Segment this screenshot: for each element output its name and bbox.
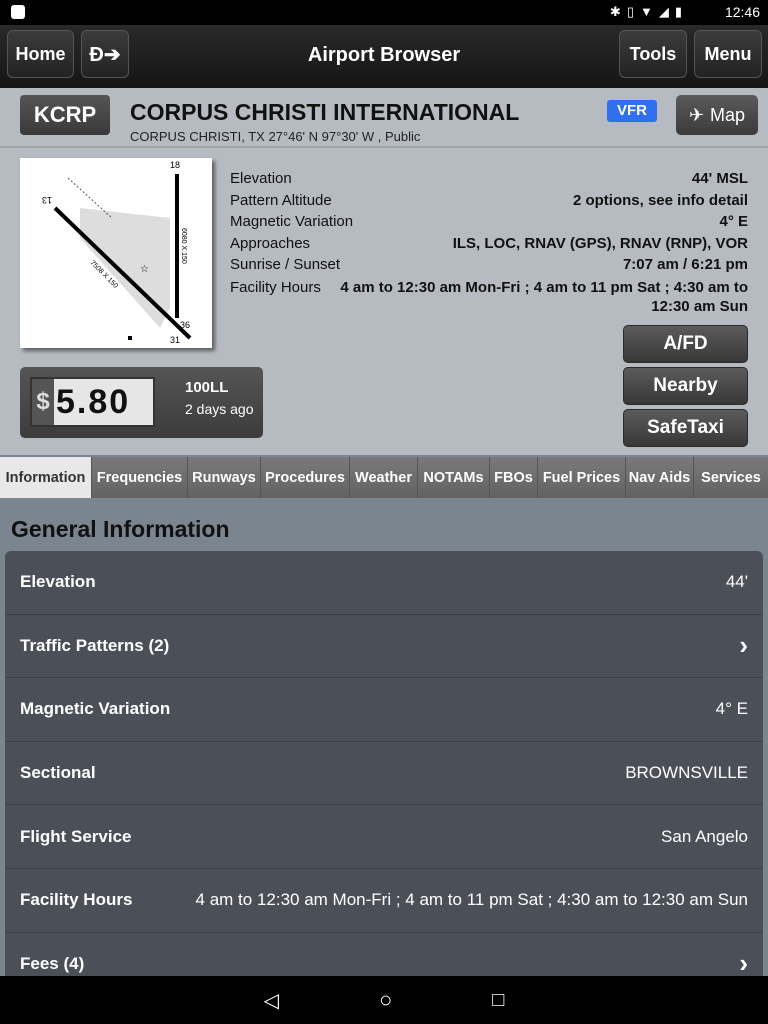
rwy-13-label: 13: [42, 195, 52, 205]
recents-icon[interactable]: □: [492, 989, 504, 1012]
chevron-right-icon: ›: [739, 948, 748, 979]
info-row-facility-hours: Facility Hours 4 am to 12:30 am Mon-Fri ;…: [5, 869, 763, 933]
fact-row: Approaches ILS, LOC, RNAV (GPS), RNAV (RN…: [230, 235, 748, 257]
clock: 12:46: [724, 4, 760, 20]
fact-row: Facility Hours 4 am to 12:30 am Mon-Fri ;…: [230, 278, 748, 316]
divider: [0, 146, 768, 148]
tab-nav-aids[interactable]: Nav Aids: [626, 457, 694, 498]
tab-notams[interactable]: NOTAMs: [418, 457, 490, 498]
nearby-button[interactable]: Nearby: [623, 367, 748, 405]
airport-summary: KCRP CORPUS CHRISTI INTERNATIONAL CORPUS…: [0, 88, 768, 455]
section-title: General Information: [11, 516, 230, 542]
row-label: Magnetic Variation: [20, 699, 171, 719]
fuel-type: 100LL: [185, 379, 229, 396]
top-bar: Home Ð➔ Airport Browser Tools Menu: [0, 25, 768, 88]
info-row-flight-service: Flight Service San Angelo: [5, 805, 763, 869]
fact-label: Sunrise / Sunset: [230, 256, 341, 273]
airport-diagram[interactable]: 13 31 18 36 7508 X 150 6080 X 150 ☆: [20, 158, 212, 348]
tab-fuel-prices[interactable]: Fuel Prices: [538, 457, 626, 498]
fact-label: Pattern Altitude: [230, 191, 332, 209]
airport-name: CORPUS CHRISTI INTERNATIONAL: [130, 99, 520, 125]
fact-value: 2 options, see info detail: [572, 191, 748, 209]
row-label: Fees (4): [20, 953, 85, 973]
row-value: San Angelo: [661, 826, 748, 846]
airport-diagram-svg: 13 31 18 36 7508 X 150 6080 X 150 ☆: [42, 160, 192, 345]
info-row-fees[interactable]: Fees (4) ›: [5, 933, 763, 981]
fact-label: Facility Hours: [230, 278, 321, 296]
fact-value: 44' MSL: [691, 170, 748, 187]
rwy-18-36-length: 6080 X 150: [180, 228, 187, 264]
home-circle-icon[interactable]: ○: [379, 987, 392, 1013]
fact-value: 4° E: [719, 213, 748, 230]
info-row-magnetic-variation: Magnetic Variation 4° E: [5, 678, 763, 742]
tab-fbos[interactable]: FBOs: [490, 457, 538, 498]
status-bar: ✱▯▼◢▮ 12:46: [0, 0, 768, 25]
fact-value: 4 am to 12:30 am Mon-Fri ; 4 am to 11 pm…: [340, 278, 748, 315]
fact-value: ILS, LOC, RNAV (GPS), RNAV (RNP), VOR: [452, 234, 748, 252]
row-label: Sectional: [20, 763, 96, 783]
chevron-right-icon: ›: [739, 630, 748, 661]
rwy-36-label: 36: [180, 320, 190, 330]
row-value: BROWNSVILLE: [625, 763, 748, 783]
fact-label: Approaches: [230, 234, 311, 252]
fact-value: 7:07 am / 6:21 pm: [622, 256, 748, 273]
fact-row: Sunrise / Sunset 7:07 am / 6:21 pm: [230, 256, 748, 278]
tab-runways[interactable]: Runways: [188, 457, 261, 498]
tools-button[interactable]: Tools: [619, 30, 687, 78]
menu-button[interactable]: Menu: [694, 30, 762, 78]
airport-facts: Elevation 44' MSL Pattern Altitude 2 optio…: [230, 170, 748, 316]
tab-weather[interactable]: Weather: [350, 457, 418, 498]
fuel-price: 5.80: [56, 383, 131, 421]
row-value: 4 am to 12:30 am Mon-Fri ; 4 am to 11 pm…: [195, 890, 748, 910]
afd-button[interactable]: A/FD: [623, 325, 748, 363]
row-value: 44': [725, 572, 748, 592]
beacon-star-icon: ☆: [140, 264, 149, 275]
safetaxi-button[interactable]: SafeTaxi: [623, 409, 748, 447]
back-icon[interactable]: ◁: [264, 988, 279, 1013]
info-row-sectional: Sectional BROWNSVILLE: [5, 742, 763, 806]
row-label: Elevation: [20, 572, 96, 592]
row-label: Facility Hours: [20, 890, 133, 910]
tab-services[interactable]: Services: [694, 457, 768, 498]
rwy-18-label: 18: [170, 160, 180, 170]
fact-row: Magnetic Variation 4° E: [230, 213, 748, 235]
map-airport-icon: ✈: [688, 104, 705, 125]
general-info-list: Elevation 44' Traffic Patterns (2) › Magne…: [5, 551, 763, 981]
tab-procedures[interactable]: Procedures: [261, 457, 350, 498]
app-notification-icon: [11, 5, 25, 19]
row-value: 4° E: [715, 699, 748, 719]
tab-information[interactable]: Information: [0, 457, 92, 498]
airport-ident: KCRP: [20, 95, 110, 135]
map-button[interactable]: ✈ Map: [676, 95, 758, 135]
fuel-price-button[interactable]: $ 5.80 100LL 2 days ago: [20, 367, 263, 438]
marker: [128, 336, 132, 340]
info-row-elevation: Elevation 44': [5, 551, 763, 615]
fuel-price-display: $ 5.80: [30, 377, 155, 427]
status-icons: ✱▯▼◢▮: [609, 4, 688, 19]
tab-bar: Information Frequencies Runways Procedur…: [0, 457, 768, 498]
fuel-price-age: 2 days ago: [185, 401, 254, 417]
fact-label: Magnetic Variation: [230, 213, 354, 230]
rwy-31-label: 31: [170, 335, 180, 345]
fact-label: Elevation: [230, 170, 292, 187]
currency-symbol: $: [32, 379, 54, 425]
row-label: Flight Service: [20, 826, 132, 846]
fact-row: Pattern Altitude 2 options, see info deta…: [230, 192, 748, 214]
tab-frequencies[interactable]: Frequencies: [92, 457, 188, 498]
info-row-traffic-patterns[interactable]: Traffic Patterns (2) ›: [5, 615, 763, 679]
android-nav-bar: ◁ ○ □: [0, 976, 768, 1024]
fact-row: Elevation 44' MSL: [230, 170, 748, 192]
airport-location: CORPUS CHRISTI, TX 27°46' N 97°30' W , P…: [130, 129, 421, 144]
flight-rules-badge: VFR: [607, 100, 657, 122]
row-label: Traffic Patterns (2): [20, 635, 170, 655]
map-label: Map: [710, 104, 746, 125]
